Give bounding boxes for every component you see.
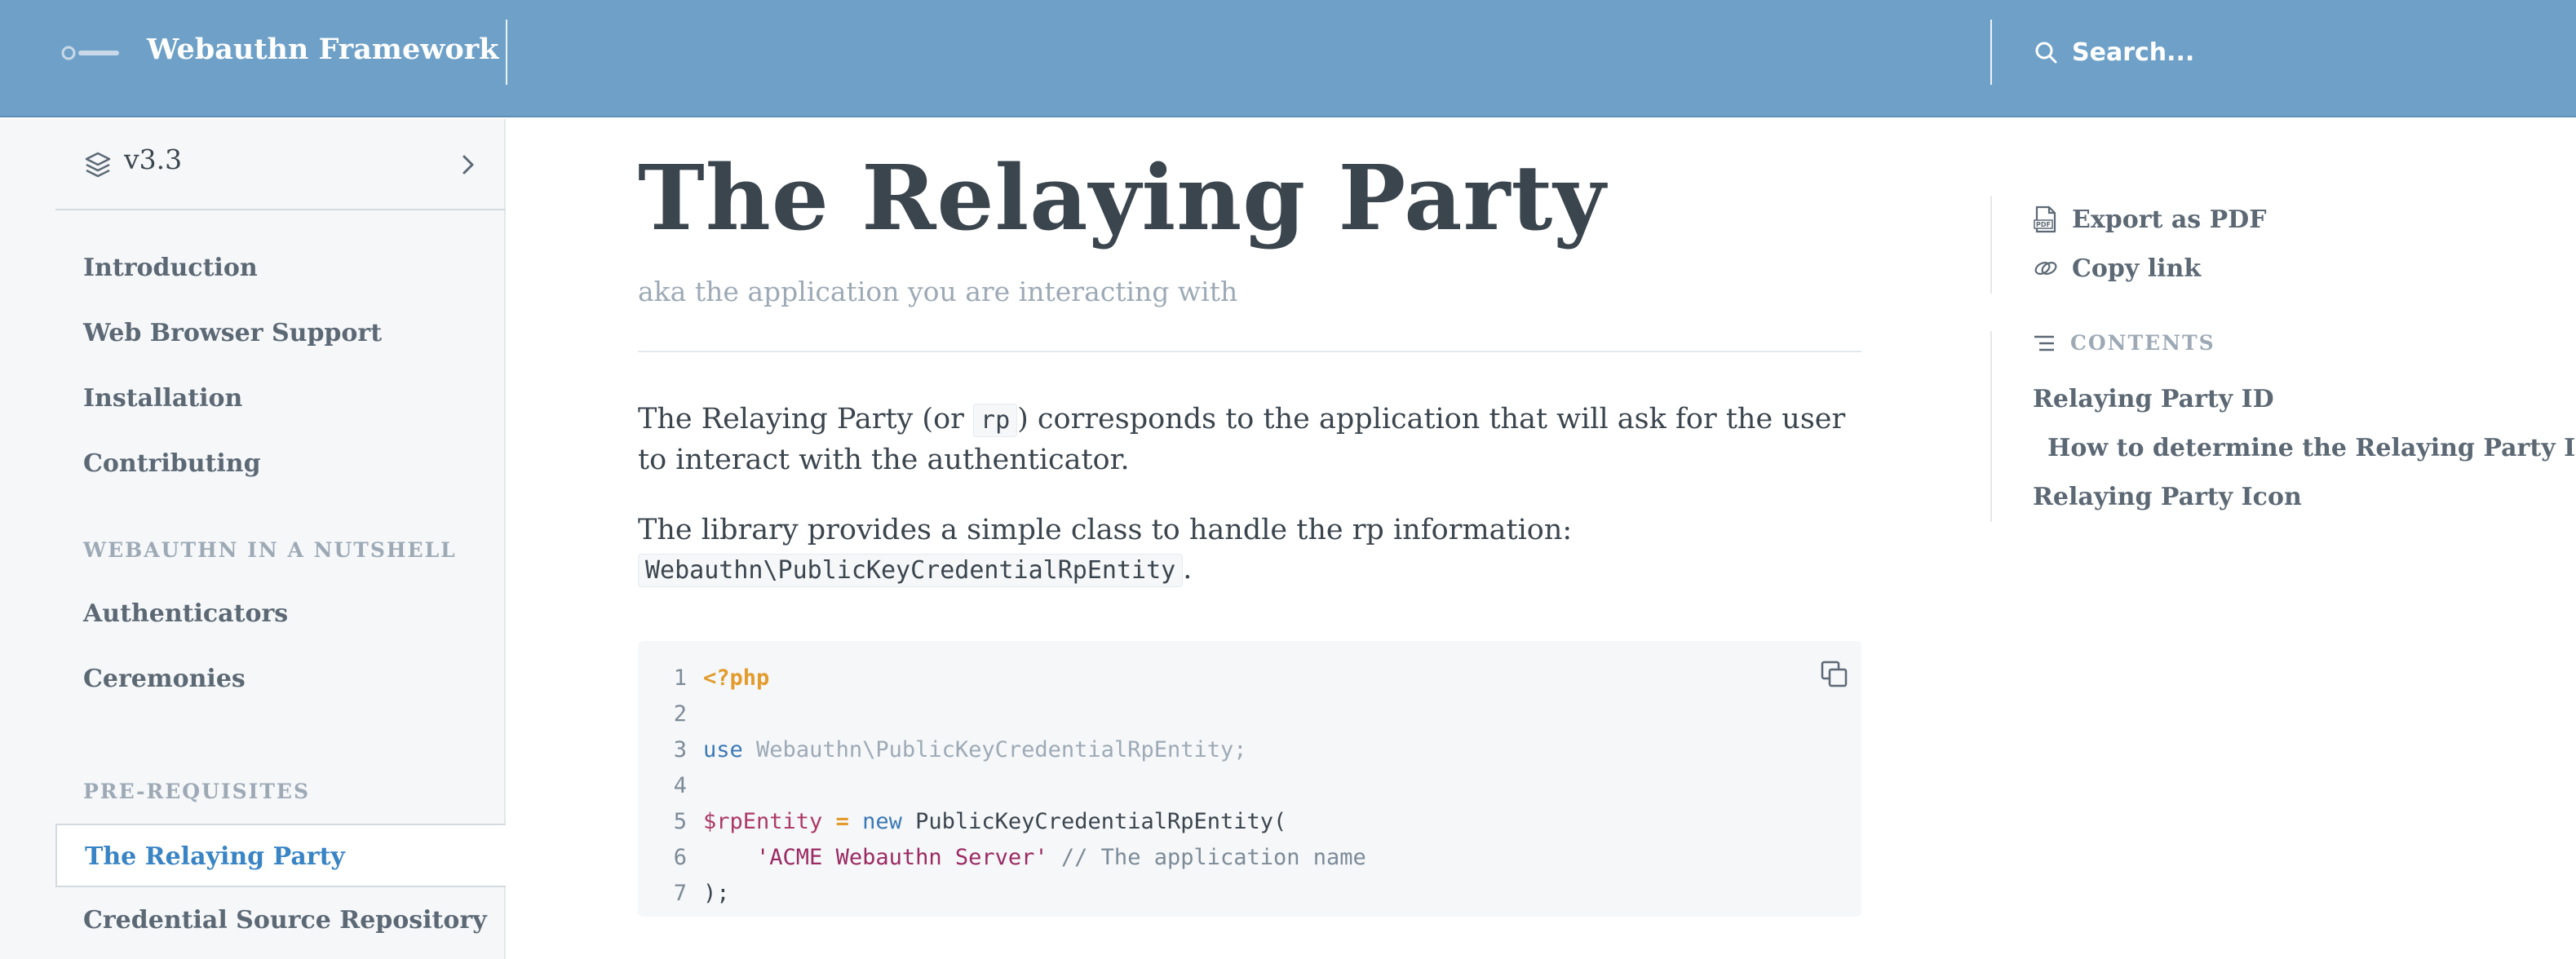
line-number: 5 [673, 809, 687, 834]
toc-item-determine-relaying-party-id[interactable]: How to determine the Relaying Party ID? [2047, 434, 2576, 462]
code-token: <?php [703, 665, 770, 691]
code-token: Webauthn\PublicKeyCredentialRpEntity; [756, 737, 1247, 762]
inline-code: Webauthn\PublicKeyCredentialRpEntity [638, 554, 1184, 587]
code-line: 4 [638, 768, 1366, 804]
sidebar: v3.3 Introduction Web Browser Support In… [0, 119, 506, 959]
code-token: new [862, 809, 902, 834]
inline-code: rp [973, 404, 1018, 437]
contents-title: CONTENTS [2070, 331, 2215, 355]
paragraph-text: The library provides a simple class to h… [638, 514, 1573, 546]
link-icon [2034, 262, 2057, 275]
code-token: = [822, 809, 863, 834]
search-icon [2035, 42, 2057, 64]
line-number: 2 [673, 701, 687, 727]
code-block: 1 <?php 2 3 use Webauthn\PublicKeyCredenti… [638, 641, 1861, 917]
layers-icon [85, 152, 111, 178]
paragraph-text: . [1183, 553, 1193, 586]
code-lines: 1 <?php 2 3 use Webauthn\PublicKeyCredenti… [638, 661, 1366, 912]
toc-item-relaying-party-icon[interactable]: Relaying Party Icon [2033, 483, 2302, 511]
line-number: 7 [673, 881, 687, 906]
sidebar-section-title: PRE-REQUISITES [83, 780, 311, 803]
sidebar-section-title: WEBAUTHN IN A NUTSHELL [83, 538, 457, 562]
sidebar-item-contributing[interactable]: Contributing [55, 432, 506, 496]
sidebar-item-web-browser-support[interactable]: Web Browser Support [55, 302, 506, 365]
copy-link-label: Copy link [2072, 254, 2202, 283]
copy-icon[interactable] [1819, 659, 1850, 690]
sidebar-item-installation[interactable]: Installation [55, 367, 506, 431]
page-title: The Relaying Party [638, 145, 1607, 250]
svg-text:PDF: PDF [2036, 221, 2051, 228]
chevron-right-icon [463, 155, 474, 175]
code-line: 2 [638, 696, 1366, 732]
toc-item-relaying-party-id[interactable]: Relaying Party ID [2033, 385, 2274, 413]
code-line: 6 'ACME Webauthn Server' // The applicat… [638, 840, 1366, 876]
rail-divider [1990, 196, 1992, 294]
paragraph-text: The Relaying Party (or [638, 403, 974, 435]
brand-title[interactable]: Webauthn Framework [147, 33, 498, 66]
page-subtitle: aka the application you are interacting … [638, 276, 1238, 307]
version-label: v3.3 [124, 144, 183, 175]
search-input[interactable] [2072, 31, 2529, 73]
code-token: use [703, 737, 743, 762]
line-number: 4 [673, 773, 687, 798]
line-number: 1 [673, 665, 687, 691]
sidebar-item-introduction[interactable]: Introduction [55, 236, 506, 300]
contents-icon [2034, 335, 2054, 351]
paragraph: The Relaying Party (or rp) corresponds t… [638, 400, 1861, 480]
code-line: 5 $rpEntity = new PublicKeyCredentialRpEn… [638, 804, 1366, 840]
sidebar-item-authenticators[interactable]: Authenticators [55, 582, 506, 646]
divider [638, 351, 1861, 352]
top-header: Webauthn Framework [0, 0, 2576, 117]
export-pdf-label: Export as PDF [2072, 205, 2267, 234]
export-pdf-button[interactable]: PDF Export as PDF [2033, 201, 2267, 238]
line-number: 6 [673, 845, 687, 870]
code-token: 'ACME Webauthn Server' [756, 845, 1048, 870]
copy-link-button[interactable]: Copy link [2033, 250, 2201, 287]
rail-divider [1990, 331, 1992, 522]
code-token: ); [703, 881, 730, 906]
pdf-icon: PDF [2034, 206, 2056, 233]
contents-heading: CONTENTS [2033, 331, 2215, 355]
line-number: 3 [673, 737, 687, 762]
brand-logo[interactable] [60, 42, 122, 64]
code-token: PublicKeyCredentialRpEntity( [901, 809, 1287, 834]
code-line: 7); [638, 876, 1366, 912]
code-line: 1 <?php [638, 661, 1366, 696]
sidebar-item-the-relaying-party[interactable]: The Relaying Party [55, 824, 506, 887]
code-token: $rpEntity [703, 809, 823, 834]
sidebar-item-ceremonies[interactable]: Ceremonies [55, 647, 506, 711]
header-divider [1990, 20, 1992, 85]
sidebar-item-credential-source-repository[interactable]: Credential Source Repository [55, 889, 506, 952]
code-line: 3 use Webauthn\PublicKeyCredentialRpEntit… [638, 732, 1366, 768]
code-token: // The application name [1047, 845, 1366, 870]
header-divider [506, 20, 507, 85]
version-selector[interactable]: v3.3 [55, 119, 506, 210]
paragraph: The library provides a simple class to h… [638, 510, 1861, 590]
